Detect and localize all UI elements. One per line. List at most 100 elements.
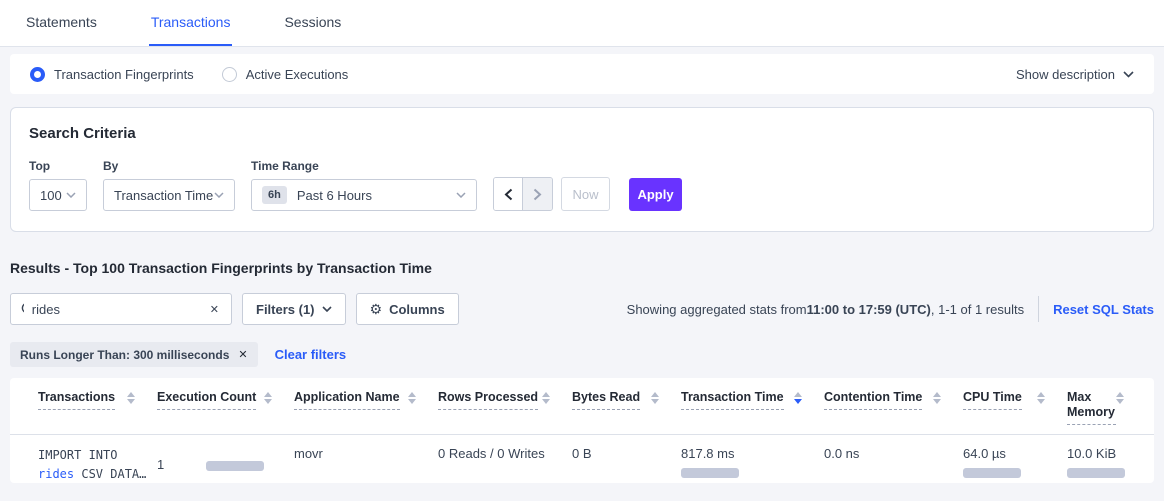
tab-statements[interactable]: Statements [24, 0, 99, 46]
transaction-time-bar [681, 468, 739, 478]
by-select[interactable]: Transaction Time [103, 179, 235, 211]
transaction-time-cell: 817.8 ms [681, 446, 824, 483]
column-header-bytes-read[interactable]: Bytes Read [572, 390, 681, 425]
column-header-label: Bytes Read [572, 390, 640, 410]
search-criteria-card: Search Criteria Top 100 By Transaction T… [10, 107, 1154, 232]
column-header-label: Max Memory [1067, 390, 1116, 425]
time-range-label: Time Range [251, 159, 477, 173]
bytes-read-cell: 0 B [572, 446, 681, 483]
column-header-transactions[interactable]: Transactions [38, 390, 157, 425]
column-header-transaction-time[interactable]: Transaction Time [681, 390, 824, 425]
sort-icon[interactable] [542, 392, 550, 404]
column-header-label: Transactions [38, 390, 115, 410]
time-range-pager [493, 177, 553, 211]
radio-active-executions[interactable]: Active Executions [222, 67, 349, 82]
columns-button-label: Columns [389, 302, 445, 317]
sort-icon[interactable] [264, 392, 272, 404]
transaction-fingerprint-cell[interactable]: IMPORT INTO rides CSV DATA… [38, 446, 157, 483]
column-header-label: Application Name [294, 390, 400, 410]
sort-icon-active-desc[interactable] [794, 392, 802, 404]
column-header-label: Contention Time [824, 390, 922, 410]
aggregated-stats-text: Showing aggregated stats from 11:00 to 1… [627, 302, 1024, 317]
reset-sql-stats-link[interactable]: Reset SQL Stats [1053, 302, 1154, 317]
filters-button-label: Filters (1) [256, 302, 315, 317]
clear-search-icon[interactable]: ✕ [208, 301, 221, 318]
statement-line: IMPORT INTO [38, 446, 141, 465]
column-header-application-name[interactable]: Application Name [294, 390, 438, 425]
search-input[interactable] [32, 302, 208, 317]
column-header-label: Execution Count [157, 390, 256, 410]
table-row: IMPORT INTO rides CSV DATA… 1 movr 0 Rea… [10, 435, 1154, 483]
clear-filters-link[interactable]: Clear filters [275, 347, 347, 362]
results-table: Transactions Execution Count Application… [10, 378, 1154, 483]
sort-icon[interactable] [1037, 392, 1045, 404]
column-header-execution-count[interactable]: Execution Count [157, 390, 294, 425]
search-icon [21, 302, 24, 316]
chevron-down-icon [214, 192, 224, 198]
filter-chip-label: Runs Longer Than: 300 milliseconds [20, 348, 229, 362]
time-range-value: Past 6 Hours [297, 188, 372, 203]
contention-time-cell: 0.0 ns [824, 446, 963, 483]
chevron-right-icon [533, 188, 542, 201]
show-description-toggle[interactable]: Show description [1016, 67, 1134, 82]
radio-unselected-icon[interactable] [222, 67, 237, 82]
results-controls-row: ✕ Filters (1) ⚙ Columns Showing aggregat… [10, 293, 1154, 325]
rows-processed-cell: 0 Reads / 0 Writes [438, 446, 572, 483]
stats-prefix: Showing aggregated stats from [627, 302, 807, 317]
top-label: Top [29, 159, 103, 173]
radio-selected-icon[interactable] [30, 67, 45, 82]
sort-icon[interactable] [651, 392, 659, 404]
column-header-cpu-time[interactable]: CPU Time [963, 390, 1067, 425]
tab-sessions[interactable]: Sessions [282, 0, 343, 46]
cpu-time-value: 64.0 µs [963, 446, 1051, 461]
column-header-max-memory[interactable]: Max Memory [1067, 390, 1146, 425]
show-description-label: Show description [1016, 67, 1115, 82]
table-name-link[interactable]: rides [38, 467, 74, 481]
sort-icon[interactable] [933, 392, 941, 404]
by-select-value: Transaction Time [114, 188, 213, 203]
stats-time-window: 11:00 to 17:59 (UTC) [807, 302, 931, 317]
search-criteria-title: Search Criteria [29, 125, 1135, 142]
time-range-badge: 6h [262, 186, 287, 204]
close-icon[interactable]: ✕ [238, 348, 247, 361]
gear-icon: ⚙ [370, 301, 383, 318]
previous-time-range-button[interactable] [494, 178, 523, 210]
max-memory-value: 10.0 KiB [1067, 446, 1130, 461]
column-header-label: Transaction Time [681, 390, 784, 410]
chevron-down-icon [456, 192, 466, 198]
columns-button[interactable]: ⚙ Columns [356, 293, 459, 325]
results-heading: Results - Top 100 Transaction Fingerprin… [10, 260, 1154, 276]
tab-transactions[interactable]: Transactions [149, 0, 233, 46]
now-button[interactable]: Now [561, 177, 610, 211]
radio-transaction-fingerprints[interactable]: Transaction Fingerprints [30, 67, 194, 82]
max-memory-bar [1067, 468, 1125, 478]
filter-chip-runs-longer-than: Runs Longer Than: 300 milliseconds ✕ [10, 342, 258, 367]
sort-icon[interactable] [1116, 392, 1124, 404]
column-header-contention-time[interactable]: Contention Time [824, 390, 963, 425]
transaction-time-value: 817.8 ms [681, 446, 808, 461]
by-label: By [103, 159, 251, 173]
statement-line: rides CSV DATA… [38, 465, 141, 483]
cpu-time-bar [963, 468, 1021, 478]
top-select-value: 100 [40, 188, 62, 203]
top-select[interactable]: 100 [29, 179, 87, 211]
execution-count-cell: 1 [157, 446, 294, 483]
statement-rest: CSV DATA… [74, 467, 146, 481]
view-toggle-row: Transaction Fingerprints Active Executio… [10, 54, 1154, 94]
application-name-cell: movr [294, 446, 438, 483]
chevron-down-icon [66, 192, 76, 198]
sort-icon[interactable] [408, 392, 416, 404]
time-range-select[interactable]: 6h Past 6 Hours [251, 179, 477, 211]
vertical-divider [1038, 296, 1039, 322]
chevron-down-icon [1123, 71, 1134, 78]
column-header-rows-processed[interactable]: Rows Processed [438, 390, 572, 425]
filters-button[interactable]: Filters (1) [242, 293, 346, 325]
sort-icon[interactable] [127, 392, 135, 404]
chevron-down-icon [322, 306, 332, 312]
search-box: ✕ [10, 293, 232, 325]
active-filters-row: Runs Longer Than: 300 milliseconds ✕ Cle… [10, 342, 1154, 367]
column-header-label: Rows Processed [438, 390, 538, 410]
apply-button[interactable]: Apply [629, 178, 682, 211]
next-time-range-button[interactable] [523, 178, 552, 210]
column-header-label: CPU Time [963, 390, 1022, 410]
